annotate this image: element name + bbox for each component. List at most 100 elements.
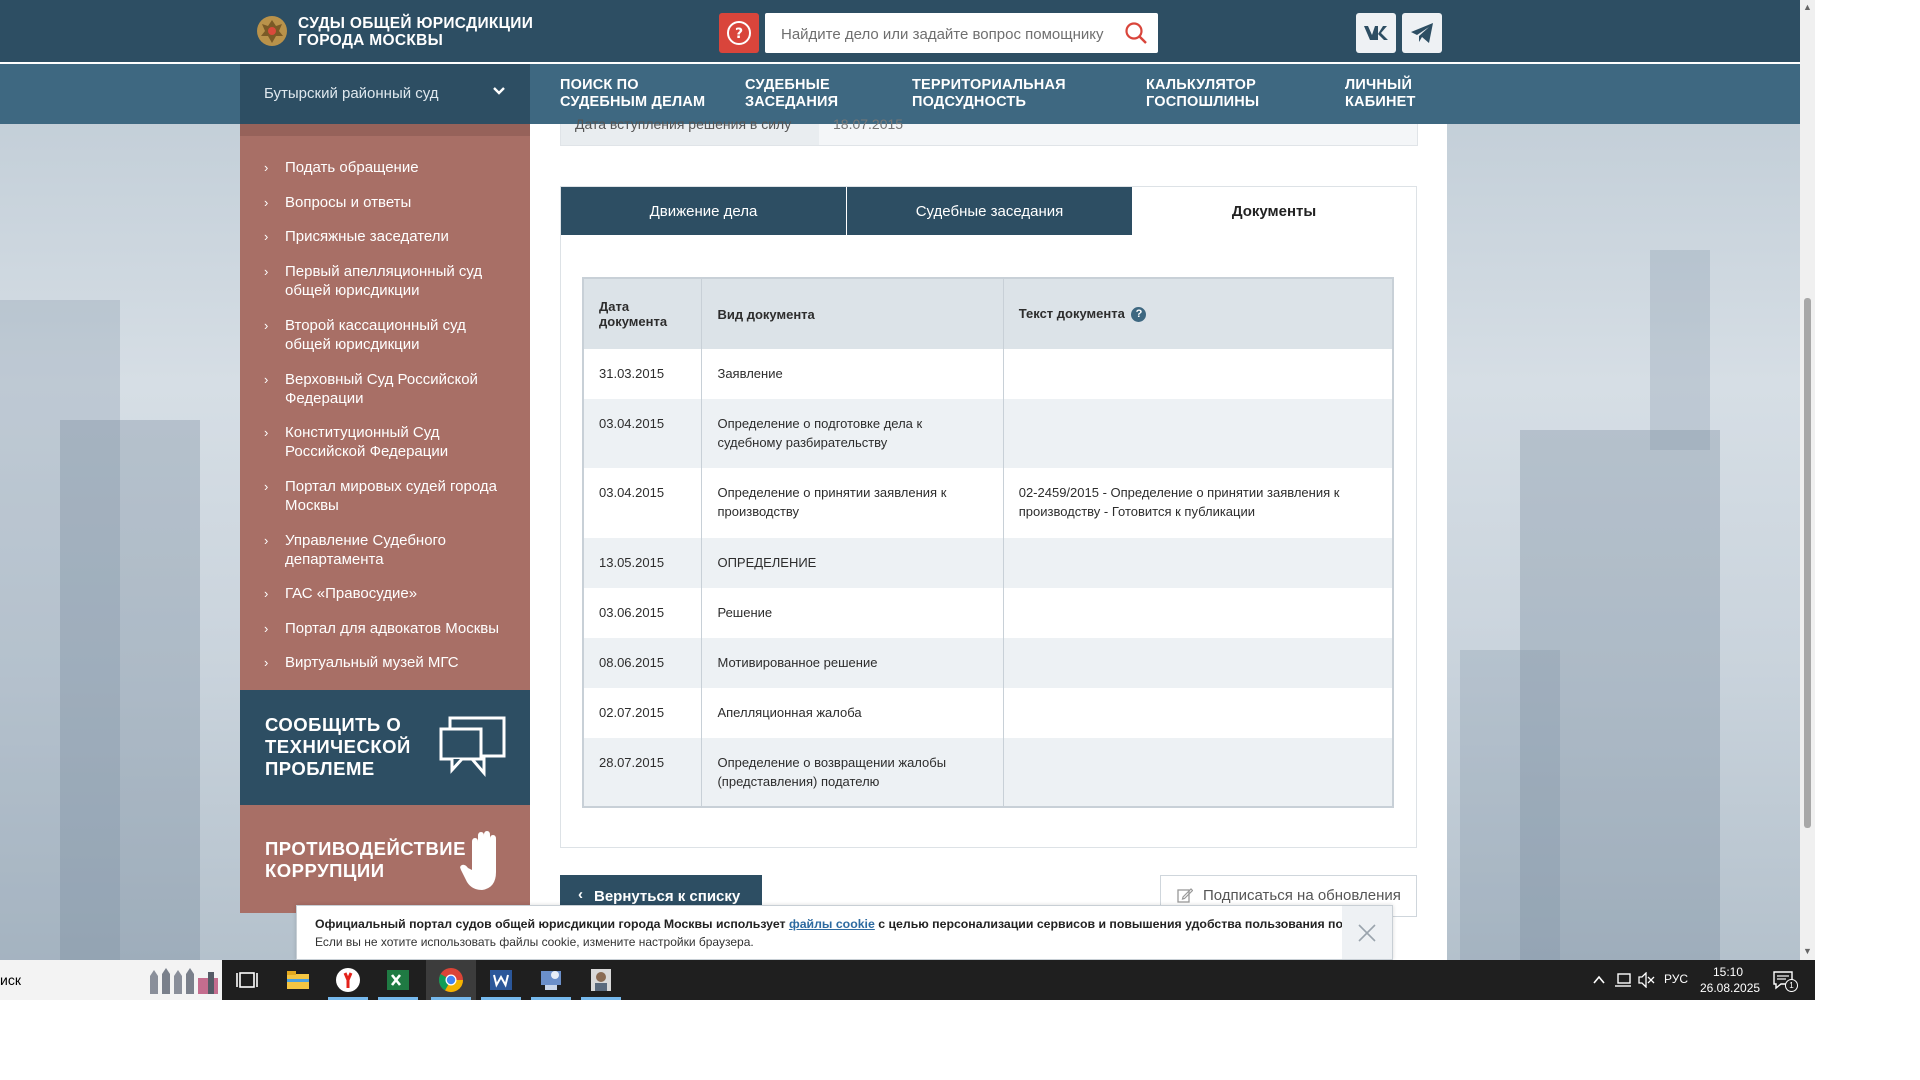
anti-corruption-button[interactable]: Противодействие коррупции [240,805,530,913]
running-app-indicator [481,997,521,1000]
sidebar-link[interactable]: Вопросы и ответы [285,193,515,212]
chevron-right-icon: › [264,229,269,244]
sidebar-link[interactable]: Портал для адвокатов Москвы [285,619,515,638]
report-tech-problem-button[interactable]: Сообщить о технической проблеме [240,690,530,805]
volume-muted-icon[interactable] [1637,972,1655,988]
tab-case-movement[interactable]: Движение дела [561,187,846,235]
tech-problem-line: Сообщить о [265,714,402,735]
taskbar-clock[interactable]: 15:10 26.08.2025 [1700,964,1760,996]
yandex-browser-icon[interactable] [334,966,362,994]
scroll-up-icon[interactable]: ▲ [1803,2,1812,12]
app-icon[interactable] [537,966,565,994]
tech-problem-line: технической [265,736,411,757]
nav-case-search[interactable]: Поиск по судебным делам [560,77,705,111]
scroll-thumb[interactable] [1804,298,1811,828]
network-icon[interactable] [1614,972,1632,988]
court-select-dropdown[interactable]: Бутырский районный суд [240,64,530,124]
windows-taskbar: иск РУС 15:10 26.08.2025 1 [0,960,1815,1000]
nav-jurisdiction[interactable]: Территориальная подсудность [912,77,1066,111]
sidebar-link[interactable]: Портал мировых судей города Москвы [285,477,515,515]
notifications-button[interactable]: 1 [1772,969,1798,992]
question-icon[interactable]: ? [1131,307,1147,323]
document-type: Определение о возвращении жалобы (предст… [701,738,1004,807]
header-document-type: Вид документа [701,278,1004,349]
taskbar-search[interactable]: иск [0,960,222,1000]
main-content: Дата вступления решения в силу 18.07.201… [530,116,1447,960]
document-date: 28.07.2015 [583,738,703,807]
close-icon [1358,923,1376,942]
tech-problem-line: проблеме [265,758,375,779]
question-circle-icon: ? [727,21,751,45]
site-title[interactable]: СУДЫ ОБЩЕЙ ЮРИСДИКЦИИ ГОРОДА МОСКВЫ [298,15,533,49]
cookie-close-button[interactable] [1342,906,1392,959]
telegram-button[interactable] [1402,13,1442,53]
chevron-right-icon: › [264,586,269,601]
document-text [1003,738,1394,807]
document-text[interactable]: 02-2459/2015 - Определение о принятии за… [1003,468,1394,538]
case-info-label: Дата вступления решения в силу [575,116,792,132]
table-row: 03.04.2015 Определение о принятии заявле… [583,468,1394,538]
document-type: Апелляционная жалоба [701,688,1004,738]
court-select-label: Бутырский районный суд [264,85,439,102]
chrome-icon[interactable] [437,966,465,994]
document-text [1003,688,1394,738]
search-icon[interactable] [1124,21,1148,45]
chevron-right-icon: › [264,195,269,210]
sidebar-link[interactable]: Первый апелляционный суд общей юрисдикци… [285,262,515,300]
chevron-left-icon: ‹ [578,886,583,903]
sidebar-link[interactable]: ГАС «Правосудие» [285,584,515,603]
cookie-notice-line2: Если вы не хотите использовать файлы coo… [315,935,754,949]
sidebar-link[interactable]: Управление Судебного департамента [285,531,515,569]
task-view-icon[interactable] [233,966,261,994]
document-date: 03.04.2015 [583,399,703,468]
document-date: 13.05.2015 [583,538,703,588]
chevron-right-icon: › [264,621,269,636]
search-highlight-icon [150,968,218,994]
file-explorer-icon[interactable] [284,966,312,994]
nav-fee-calculator[interactable]: Калькулятор госпошлины [1146,77,1259,111]
documents-table: Дата документа Вид документа Текст докум… [582,277,1394,808]
table-row: 03.04.2015 Определение о подготовке дела… [583,399,1394,468]
chevron-right-icon: › [264,264,269,279]
excel-icon[interactable] [384,966,412,994]
document-type: Мотивированное решение [701,638,1004,688]
input-language[interactable]: РУС [1664,972,1688,986]
tab-documents[interactable]: Документы [1132,187,1416,235]
header-document-text-label: Текст документа [1018,305,1125,321]
page-scrollbar[interactable]: ▲ ▼ [1800,0,1815,960]
tab-court-sessions[interactable]: Судебные заседания [847,187,1132,235]
document-type: Заявление [701,349,1004,399]
vk-icon [1364,26,1388,40]
nav-personal-account[interactable]: Личный кабинет [1345,77,1416,111]
chevron-right-icon: › [264,655,269,670]
background-building [1650,250,1710,450]
document-text [1003,638,1394,688]
telegram-icon [1411,23,1433,43]
document-date: 03.04.2015 [583,468,703,538]
coat-of-arms-icon[interactable] [255,14,289,48]
background-building [1460,650,1560,960]
sidebar-link[interactable]: Второй кассационный суд общей юрисдикции [285,316,515,354]
scroll-down-icon[interactable]: ▼ [1803,946,1812,956]
chevron-right-icon: › [264,318,269,333]
word-icon[interactable] [487,966,515,994]
cookie-policy-link[interactable]: файлы cookie [789,917,875,931]
help-assistant-button[interactable]: ? [719,13,759,53]
sidebar-link[interactable]: Подать обращение [285,158,515,177]
notification-count: 1 [1785,979,1798,992]
chevron-up-icon[interactable] [1592,973,1606,987]
nav-court-sessions[interactable]: Судебные заседания [745,77,838,111]
sidebar-link[interactable]: Конституционный Суд Российской Федерации [285,423,515,461]
running-app-indicator [328,997,368,1000]
sidebar-link[interactable]: Присяжные заседатели [285,227,515,246]
sidebar-link[interactable]: Верховный Суд Российской Федерации [285,370,515,408]
search-input[interactable] [779,13,1113,55]
vk-button[interactable] [1356,13,1396,53]
photo-app-icon[interactable] [587,966,615,994]
chevron-right-icon: › [264,425,269,440]
chat-bubbles-icon [439,716,506,778]
back-to-list-label: Вернуться к списку [594,888,741,905]
sidebar-link[interactable]: Виртуальный музей МГС [285,653,515,672]
anti-corruption-label: Противодействие коррупции [265,838,466,882]
edit-icon [1177,888,1193,903]
